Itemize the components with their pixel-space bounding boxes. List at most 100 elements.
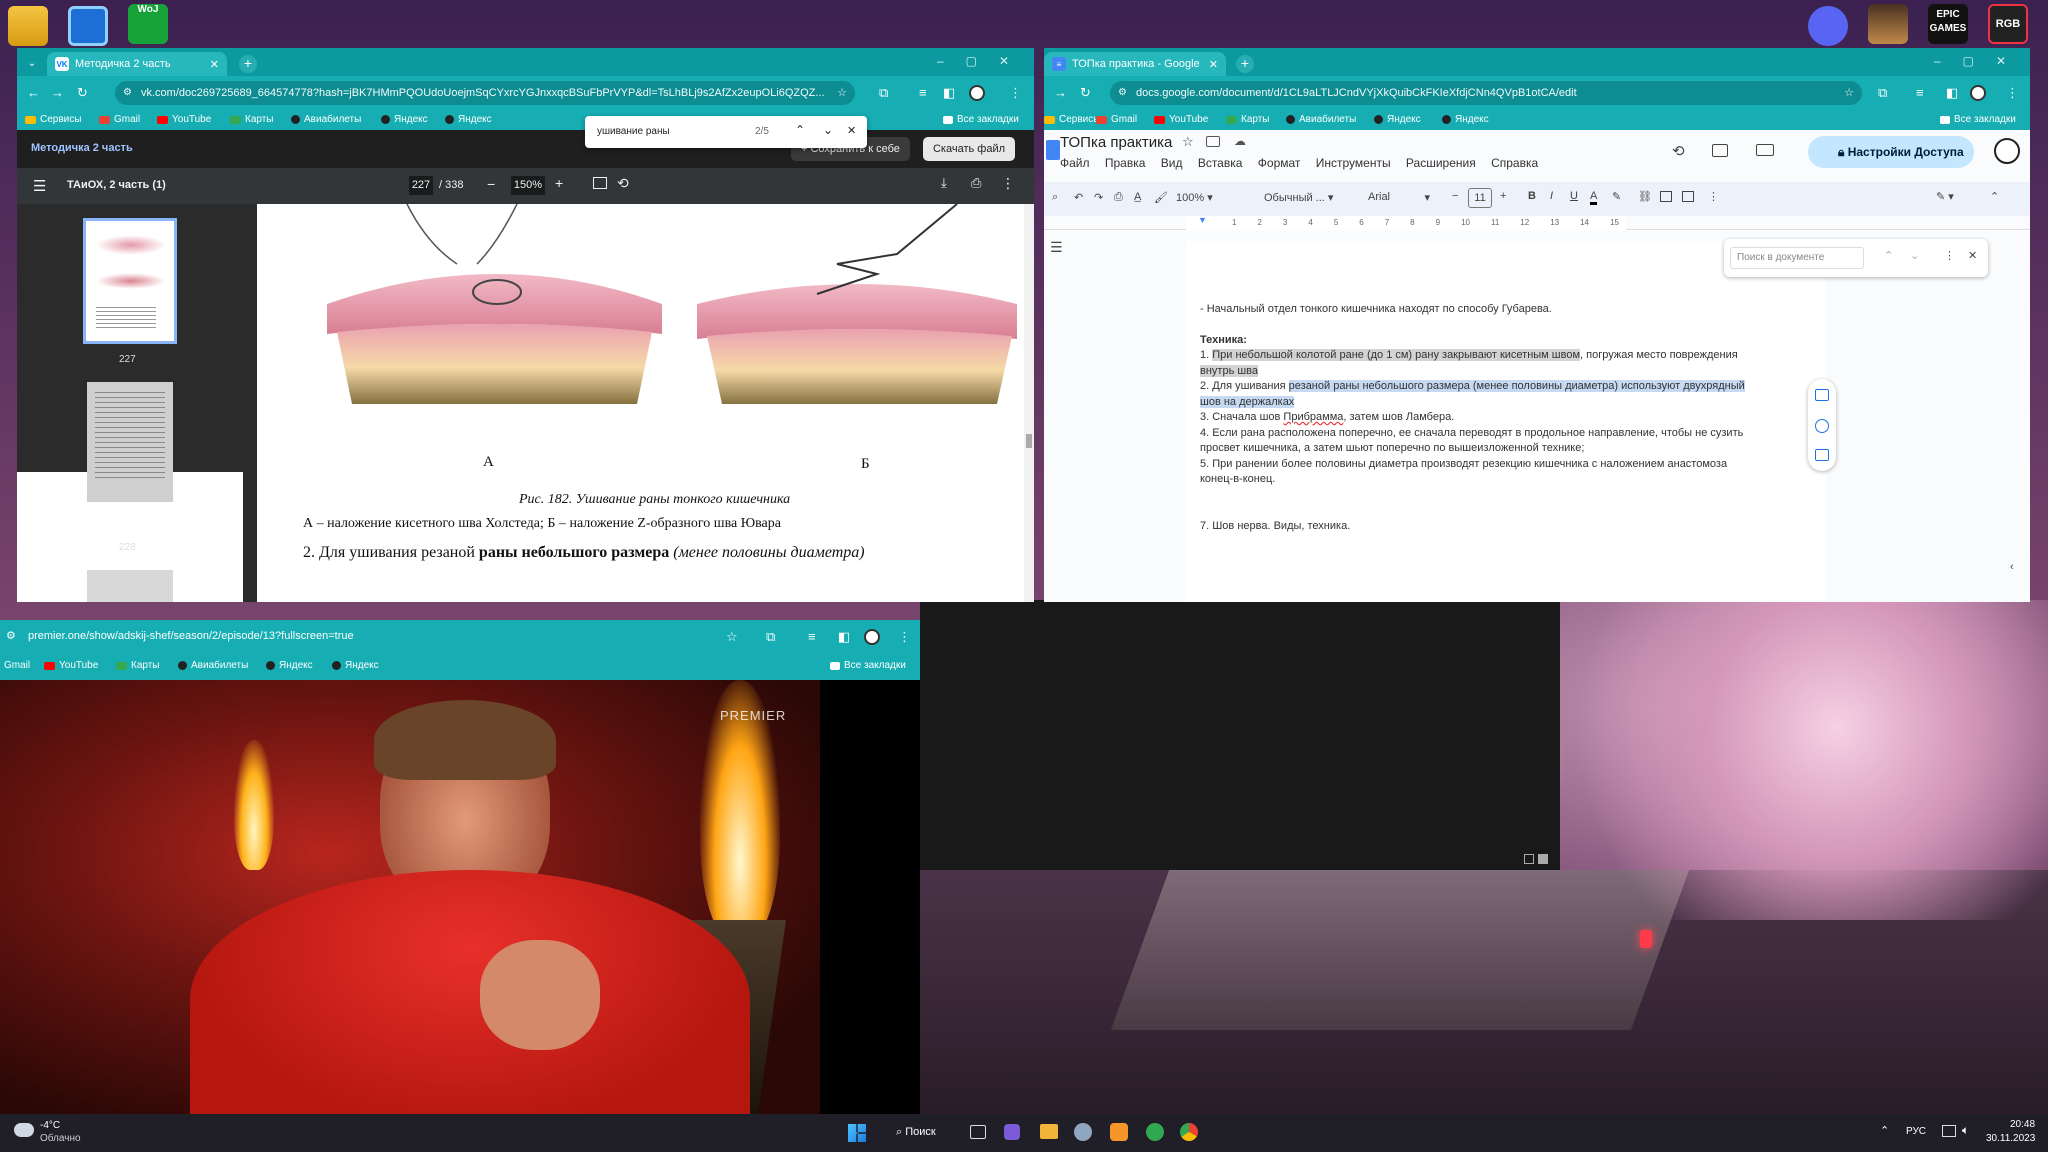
- style-select[interactable]: Обычный ... ▾: [1264, 191, 1333, 204]
- font-select[interactable]: Arial ▾: [1368, 191, 1430, 204]
- undo-icon[interactable]: ↶: [1074, 191, 1083, 204]
- font-size-decrease-icon[interactable]: −: [1452, 190, 1458, 202]
- volume-icon[interactable]: 🔈︎: [1962, 1123, 1969, 1138]
- move-folder-icon[interactable]: [1206, 136, 1220, 147]
- bookmark-yandex-1[interactable]: Яндекс: [1374, 114, 1421, 125]
- zoom-input[interactable]: 150%: [511, 176, 545, 195]
- rotate-icon[interactable]: ⟲: [617, 175, 629, 192]
- bookmark-star-icon[interactable]: ☆: [837, 81, 847, 105]
- add-comment-icon[interactable]: [1815, 389, 1829, 401]
- language-indicator[interactable]: РУС: [1906, 1126, 1926, 1137]
- vk-taskbar-icon[interactable]: [1110, 1123, 1128, 1141]
- document-page[interactable]: - Начальный отдел тонкого кишечника нахо…: [1186, 241, 1826, 602]
- address-bar-docs[interactable]: ⚙ docs.google.com/document/d/1CL9aLTLJCn…: [1110, 81, 1862, 105]
- layout-icon[interactable]: [1524, 854, 1534, 864]
- settings-icon[interactable]: [1074, 1123, 1092, 1141]
- menu-icon[interactable]: ⋮: [2006, 85, 2019, 101]
- profile-avatar[interactable]: [1970, 85, 1986, 101]
- pdf-menu-icon[interactable]: ☰: [33, 177, 46, 195]
- menu-view[interactable]: Вид: [1161, 156, 1183, 170]
- search-menus-icon[interactable]: ⌕: [1052, 191, 1058, 204]
- find-input[interactable]: ушивание раны: [597, 126, 670, 137]
- editing-mode-icon[interactable]: ✎ ▾: [1936, 190, 1954, 203]
- zoom-out-icon[interactable]: −: [487, 176, 495, 192]
- suggest-edit-icon[interactable]: [1815, 449, 1829, 461]
- page-number-input[interactable]: 227: [409, 176, 433, 195]
- bookmark-youtube[interactable]: YouTube: [1154, 114, 1208, 125]
- side-panel-toggle-icon[interactable]: ‹: [2010, 561, 2014, 573]
- layout-icon-2[interactable]: [1538, 854, 1548, 864]
- extensions-icon[interactable]: ⧉: [879, 85, 888, 101]
- thumbnail-227[interactable]: [83, 218, 177, 344]
- close-tab-icon[interactable]: ✕: [210, 58, 219, 71]
- bookmark-yandex-2[interactable]: Яндекс: [1442, 114, 1489, 125]
- docs-logo-icon[interactable]: [1046, 140, 1060, 160]
- tab-docs[interactable]: ≡ ТОПка практика - Google До... ✕: [1044, 52, 1226, 76]
- epic-icon[interactable]: EPIC GAMES: [1928, 4, 1968, 44]
- task-view-icon[interactable]: [970, 1125, 986, 1139]
- comments-icon[interactable]: [1712, 144, 1728, 157]
- media-icon[interactable]: ≡: [808, 629, 816, 644]
- rgb-icon[interactable]: RGB: [1988, 4, 2028, 44]
- menu-tools[interactable]: Инструменты: [1316, 156, 1391, 170]
- insert-image-icon[interactable]: [1682, 191, 1694, 202]
- clock-time[interactable]: 20:48: [2010, 1119, 2035, 1130]
- pdf-scrollbar[interactable]: [1024, 204, 1034, 602]
- pdf-more-icon[interactable]: ⋮: [1001, 175, 1015, 192]
- menu-icon[interactable]: ⋮: [898, 629, 911, 645]
- bold-icon[interactable]: B: [1528, 190, 1536, 202]
- menu-help[interactable]: Справка: [1491, 156, 1538, 170]
- emoji-reaction-icon[interactable]: [1815, 419, 1829, 433]
- thumbnail-228[interactable]: [87, 382, 173, 502]
- zoom-in-icon[interactable]: +: [555, 175, 563, 191]
- bookmark-maps[interactable]: Карты: [116, 660, 160, 671]
- menu-extensions[interactable]: Расширения: [1406, 156, 1476, 170]
- bookmark-services[interactable]: Сервисы: [1044, 114, 1100, 125]
- font-size-input[interactable]: 11: [1468, 188, 1492, 208]
- underline-icon[interactable]: U: [1570, 190, 1578, 202]
- back-icon[interactable]: ←: [27, 85, 40, 100]
- highlight-icon[interactable]: ✎: [1612, 190, 1621, 203]
- search-prev-icon[interactable]: ⌃: [1884, 249, 1893, 262]
- clock-date[interactable]: 30.11.2023: [1986, 1133, 2035, 1144]
- bookmark-yandex-1[interactable]: Яндекс: [381, 114, 428, 125]
- collapse-menus-icon[interactable]: ⌃: [1990, 190, 1999, 203]
- menu-icon[interactable]: ⋮: [1009, 85, 1022, 101]
- bookmark-yandex-1[interactable]: Яндекс: [266, 660, 313, 671]
- monitor-icon[interactable]: [68, 6, 108, 46]
- link-icon[interactable]: ⛓︎: [1638, 190, 1652, 203]
- account-avatar[interactable]: [1994, 138, 2020, 164]
- bookmark-youtube[interactable]: YouTube: [157, 114, 211, 125]
- window-controls[interactable]: –▢✕: [937, 54, 1031, 68]
- sidepanel-icon[interactable]: ◧: [838, 629, 850, 645]
- new-tab-button[interactable]: +: [239, 55, 257, 73]
- bookmark-gmail[interactable]: Gmail: [99, 114, 140, 125]
- window-controls[interactable]: –▢✕: [1934, 54, 2028, 68]
- search-more-icon[interactable]: ⋮: [1944, 249, 1955, 262]
- bookmark-flights[interactable]: Авиабилеты: [178, 660, 248, 671]
- file-explorer-icon[interactable]: [1040, 1124, 1058, 1139]
- download-file-button[interactable]: Скачать файл: [923, 137, 1015, 161]
- bookmark-gmail[interactable]: Gmail: [1096, 114, 1137, 125]
- bookmark-star-icon[interactable]: ☆: [1844, 81, 1854, 105]
- media-icon[interactable]: ≡: [919, 85, 927, 100]
- sidepanel-icon[interactable]: ◧: [943, 85, 955, 101]
- meet-icon[interactable]: [1756, 144, 1774, 156]
- document-title[interactable]: ТОПка практика: [1060, 134, 1172, 151]
- search-close-icon[interactable]: ✕: [1968, 249, 1977, 262]
- history-icon[interactable]: ⟲: [1672, 142, 1685, 160]
- redo-icon[interactable]: ↷: [1094, 191, 1103, 204]
- print-icon[interactable]: ⎙: [1114, 191, 1123, 204]
- ruler-indent-icon[interactable]: ▼: [1198, 215, 1207, 225]
- reload-icon[interactable]: ↻: [1080, 85, 1091, 101]
- menu-format[interactable]: Формат: [1258, 156, 1301, 170]
- url-text[interactable]: premier.one/show/adskij-shef/season/2/ep…: [28, 630, 354, 642]
- menu-edit[interactable]: Правка: [1105, 156, 1146, 170]
- bookmark-services[interactable]: Сервисы: [25, 114, 81, 125]
- discord-icon[interactable]: [1808, 6, 1848, 46]
- fit-page-icon[interactable]: [593, 177, 607, 189]
- bookmark-yandex-2[interactable]: Яндекс: [445, 114, 492, 125]
- all-bookmarks[interactable]: Все закладки: [943, 114, 1019, 125]
- meet-now-icon[interactable]: [1004, 1124, 1020, 1140]
- media-icon[interactable]: ≡: [1916, 85, 1924, 100]
